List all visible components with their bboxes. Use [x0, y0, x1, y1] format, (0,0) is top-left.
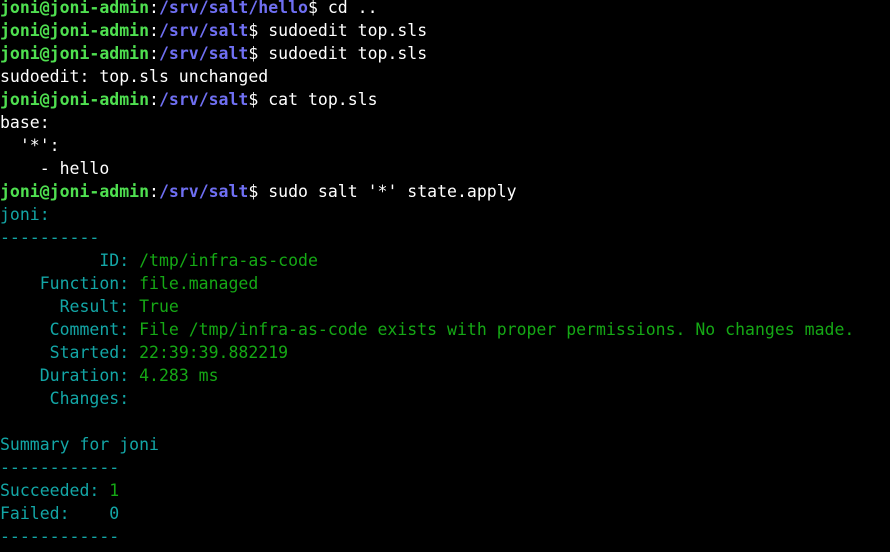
- prompt-path: /srv/salt: [158, 90, 249, 109]
- prompt-user-host: joni@joni-admin: [0, 44, 150, 63]
- field-value: /tmp/infra-as-code: [139, 251, 318, 270]
- prompt-user-host: joni@joni-admin: [0, 0, 150, 17]
- state-field-comment: Comment: File /tmp/infra-as-code exists …: [0, 318, 890, 341]
- file-content-line: '*':: [0, 136, 60, 155]
- state-field-id: ID: /tmp/infra-as-code: [0, 249, 890, 272]
- field-label: ID:: [0, 251, 140, 270]
- field-value: File /tmp/infra-as-code exists with prop…: [139, 320, 855, 339]
- prompt-colon: :: [149, 0, 159, 17]
- prompt-dollar: $: [307, 0, 328, 17]
- command-text: cat top.sls: [268, 90, 378, 109]
- terminal-line: joni@joni-admin:/srv/salt$ sudoedit top.…: [0, 19, 890, 42]
- field-label: Result:: [0, 297, 140, 316]
- prompt-user-host: joni@joni-admin: [0, 182, 150, 201]
- field-value: 22:39:39.882219: [139, 343, 289, 362]
- terminal-line: joni@joni-admin:/srv/salt$ cat top.sls: [0, 88, 890, 111]
- state-field-result: Result: True: [0, 295, 890, 318]
- terminal-window[interactable]: joni@joni-admin:/srv/salt/hello$ cd .. j…: [0, 0, 890, 552]
- state-field-started: Started: 22:39:39.882219: [0, 341, 890, 364]
- summary-failed: Failed: 0: [0, 502, 890, 525]
- prompt-dollar: $: [248, 182, 269, 201]
- field-value: True: [139, 297, 179, 316]
- command-text: sudo salt '*' state.apply: [268, 182, 517, 201]
- state-field-function: Function: file.managed: [0, 272, 890, 295]
- prompt-path: /srv/salt: [158, 182, 249, 201]
- prompt-path: /srv/salt/hello: [158, 0, 308, 17]
- terminal-line: joni@joni-admin:/srv/salt/hello$ cd ..: [0, 0, 890, 19]
- separator-line: ----------: [0, 228, 100, 247]
- prompt-dollar: $: [248, 21, 269, 40]
- output-line: sudoedit: top.sls unchanged: [0, 67, 269, 86]
- prompt-colon: :: [149, 90, 159, 109]
- prompt-colon: :: [149, 182, 159, 201]
- field-label: Duration:: [0, 366, 140, 385]
- file-content-line: - hello: [0, 159, 110, 178]
- field-label: Started:: [0, 343, 140, 362]
- field-label: Changes:: [0, 389, 130, 408]
- state-field-duration: Duration: 4.283 ms: [0, 364, 890, 387]
- separator-line: ------------: [0, 527, 120, 546]
- terminal-line: joni@joni-admin:/srv/salt$ sudo salt '*'…: [0, 180, 890, 203]
- summary-succeeded: Succeeded: 1: [0, 479, 890, 502]
- prompt-path: /srv/salt: [158, 44, 249, 63]
- prompt-colon: :: [149, 44, 159, 63]
- summary-value: 1: [109, 481, 120, 500]
- prompt-dollar: $: [248, 44, 269, 63]
- prompt-user-host: joni@joni-admin: [0, 90, 150, 109]
- field-label: Comment:: [0, 320, 140, 339]
- command-text: sudoedit top.sls: [268, 44, 428, 63]
- state-field-changes: Changes:: [0, 387, 890, 410]
- prompt-colon: :: [149, 21, 159, 40]
- prompt-path: /srv/salt: [158, 21, 249, 40]
- summary-label: Failed:: [0, 504, 110, 523]
- command-text: sudoedit top.sls: [268, 21, 428, 40]
- field-label: Function:: [0, 274, 140, 293]
- file-content-line: base:: [0, 113, 50, 132]
- field-value: 4.283 ms: [139, 366, 219, 385]
- field-value: file.managed: [139, 274, 259, 293]
- terminal-line: joni@joni-admin:/srv/salt$ sudoedit top.…: [0, 42, 890, 65]
- minion-name: joni:: [0, 205, 50, 224]
- prompt-user-host: joni@joni-admin: [0, 21, 150, 40]
- summary-title: Summary for joni: [0, 435, 159, 454]
- command-text: cd ..: [327, 0, 378, 17]
- summary-value: 0: [109, 504, 120, 523]
- prompt-dollar: $: [248, 90, 269, 109]
- separator-line: ------------: [0, 458, 120, 477]
- summary-label: Succeeded:: [0, 481, 110, 500]
